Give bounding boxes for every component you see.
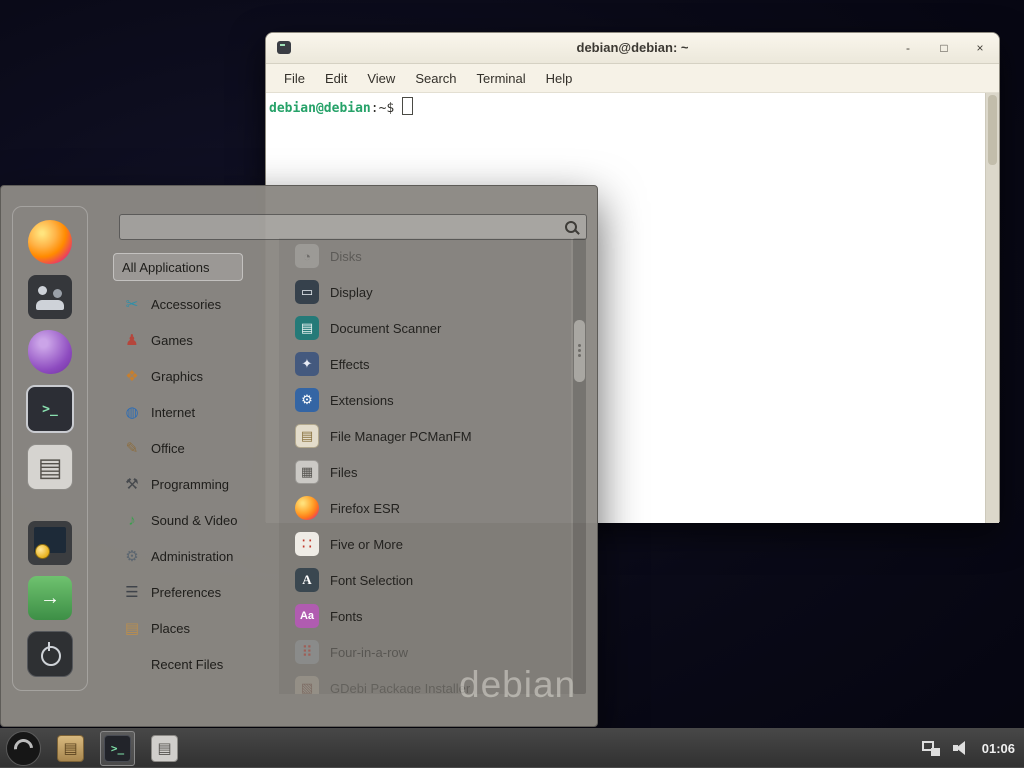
sound-video-icon: ♪ <box>121 512 143 529</box>
terminal-cursor <box>402 97 413 115</box>
application-menu: >_ ▤ → All Applications ✂ Accessories ♟ … <box>0 185 598 727</box>
firefox-icon[interactable] <box>28 220 72 264</box>
category-graphics[interactable]: ❖ Graphics <box>113 358 275 394</box>
firefox-esr-icon <box>295 496 319 520</box>
category-games[interactable]: ♟ Games <box>113 322 275 358</box>
administration-icon: ⚙ <box>121 547 143 565</box>
extensions-icon: ⚙ <box>295 388 319 412</box>
applications-list: ◔ Disks ▭ Display ▤ Document Scanner ✦ E… <box>279 238 571 694</box>
gdebi-icon: ▧ <box>295 676 319 694</box>
files-launcher[interactable]: ▤ <box>151 735 178 762</box>
app-font-selection[interactable]: A Font Selection <box>279 562 571 598</box>
app-document-scanner[interactable]: ▤ Document Scanner <box>279 310 571 346</box>
maximize-button[interactable]: □ <box>937 41 951 55</box>
menu-search[interactable]: Search <box>405 71 466 86</box>
menu-file[interactable]: File <box>274 71 315 86</box>
category-all-applications[interactable]: All Applications <box>113 253 243 281</box>
category-recent-files[interactable]: Recent Files <box>113 646 275 682</box>
category-sound-video[interactable]: ♪ Sound & Video <box>113 502 275 538</box>
power-icon[interactable] <box>27 631 73 677</box>
applications-scrollbar[interactable] <box>573 238 586 694</box>
screensaver-icon[interactable] <box>28 521 72 565</box>
file-cabinet-icon[interactable]: ▤ <box>27 444 73 490</box>
display-icon: ▭ <box>295 280 319 304</box>
graphics-icon: ❖ <box>121 367 143 385</box>
app-extensions[interactable]: ⚙ Extensions <box>279 382 571 418</box>
menu-terminal[interactable]: Terminal <box>467 71 536 86</box>
document-scanner-icon: ▤ <box>295 316 319 340</box>
places-icon: ▤ <box>121 619 143 637</box>
system-tray: 01:06 <box>922 740 1024 756</box>
office-icon: ✎ <box>121 439 143 457</box>
network-icon[interactable] <box>922 741 940 756</box>
search-input[interactable] <box>120 215 586 239</box>
font-selection-icon: A <box>295 568 319 592</box>
terminal-icon[interactable]: >_ <box>26 385 74 433</box>
preferences-icon: ☰ <box>121 583 143 601</box>
menu-help[interactable]: Help <box>536 71 583 86</box>
fonts-icon: Aa <box>295 604 319 628</box>
pcmanfm-icon: ▤ <box>295 424 319 448</box>
app-firefox-esr[interactable]: Firefox ESR <box>279 490 571 526</box>
prompt-user-host: debian@debian <box>269 101 371 116</box>
five-or-more-icon: ∷ <box>295 532 319 556</box>
terminal-launcher-icon[interactable]: >_ <box>104 735 131 762</box>
programming-icon: ⚒ <box>121 475 143 493</box>
effects-icon: ✦ <box>295 352 319 376</box>
terminal-window-title: debian@debian: ~ <box>266 40 999 55</box>
accessories-icon: ✂ <box>121 295 143 313</box>
category-programming[interactable]: ⚒ Programming <box>113 466 275 502</box>
clock[interactable]: 01:06 <box>982 741 1015 756</box>
volume-icon[interactable] <box>953 740 969 756</box>
category-places[interactable]: ▤ Places <box>113 610 275 646</box>
disks-icon: ◔ <box>295 244 319 268</box>
category-administration[interactable]: ⚙ Administration <box>113 538 275 574</box>
files-icon: ▦ <box>295 460 319 484</box>
logout-icon[interactable]: → <box>28 576 72 620</box>
prompt-suffix: :~$ <box>371 101 394 116</box>
terminal-scrollbar-thumb[interactable] <box>988 95 997 165</box>
app-effects[interactable]: ✦ Effects <box>279 346 571 382</box>
app-display[interactable]: ▭ Display <box>279 274 571 310</box>
category-preferences[interactable]: ☰ Preferences <box>113 574 275 610</box>
menu-edit[interactable]: Edit <box>315 71 357 86</box>
terminal-menubar: File Edit View Search Terminal Help <box>266 64 999 93</box>
app-five-or-more[interactable]: ∷ Five or More <box>279 526 571 562</box>
terminal-taskbar-item[interactable]: >_ <box>100 731 135 766</box>
app-fonts[interactable]: Aa Fonts <box>279 598 571 634</box>
bottom-panel: ▤ >_ ▤ 01:06 <box>0 728 1024 768</box>
categories-list: All Applications ✂ Accessories ♟ Games ❖… <box>113 248 275 682</box>
terminal-titlebar[interactable]: debian@debian: ~ - □ × <box>266 33 999 64</box>
app-four-in-a-row[interactable]: ⠿ Four-in-a-row <box>279 634 571 670</box>
category-accessories[interactable]: ✂ Accessories <box>113 286 275 322</box>
favorites-column: >_ ▤ → <box>12 206 88 691</box>
category-office[interactable]: ✎ Office <box>113 430 275 466</box>
minimize-button[interactable]: - <box>901 41 915 55</box>
app-disks[interactable]: ◔ Disks <box>279 238 571 274</box>
terminal-scrollbar[interactable] <box>985 93 999 523</box>
games-icon: ♟ <box>121 331 143 349</box>
category-internet[interactable]: ◍ Internet <box>113 394 275 430</box>
app-file-manager-pcmanfm[interactable]: ▤ File Manager PCManFM <box>279 418 571 454</box>
menu-view[interactable]: View <box>357 71 405 86</box>
search-box <box>119 214 587 240</box>
search-icon <box>565 221 577 233</box>
internet-icon: ◍ <box>121 403 143 421</box>
desktop: debian@debian: ~ - □ × File Edit View Se… <box>0 0 1024 768</box>
menu-button[interactable] <box>6 731 41 766</box>
applications-scrollbar-thumb[interactable] <box>574 320 585 382</box>
four-in-a-row-icon: ⠿ <box>295 640 319 664</box>
pidgin-messenger-icon[interactable] <box>28 330 72 374</box>
window-controls: - □ × <box>901 33 987 63</box>
app-files[interactable]: ▦ Files <box>279 454 571 490</box>
app-gdebi-package-installer[interactable]: ▧ GDebi Package Installer <box>279 670 571 694</box>
users-icon[interactable] <box>28 275 72 319</box>
file-manager-launcher[interactable]: ▤ <box>57 735 84 762</box>
close-button[interactable]: × <box>973 41 987 55</box>
